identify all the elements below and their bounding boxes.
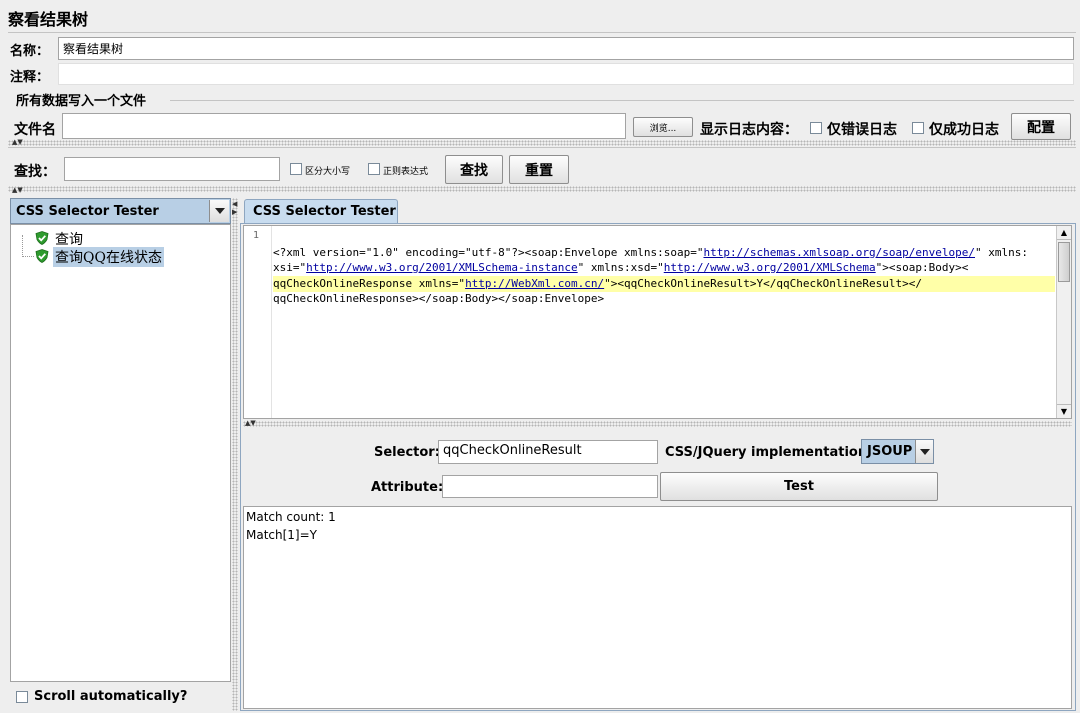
comment-field[interactable] [58,63,1074,85]
scroll-thumb[interactable] [1058,242,1070,282]
collapse-arrows-icon-2[interactable]: ▲▼ [12,186,23,194]
tree-node-label: 查询 [55,232,83,248]
selector-label: Selector: [374,445,440,460]
xml-line-3: qqCheckOnlineResponse xmlns="http://WebX… [273,276,923,290]
xml-link-webxml[interactable]: http://WebXml.com.cn/ [465,277,604,290]
dropdown-button[interactable] [209,200,229,222]
errors-only-label: 仅错误日志 [827,122,897,138]
right-panel: CSS Selector Tester 1 <?xml version="1.0… [240,198,1076,711]
search-label: 查找： [14,164,56,180]
filename-label: 文件名 [14,122,56,138]
filename-field[interactable] [62,113,626,139]
xml-link-soap[interactable]: http://schemas.xmlsoap.org/soap/envelope… [703,246,975,259]
log-display-label: 显示日志内容： [700,122,798,138]
tree-connector [22,235,34,257]
impl-label: CSS/JQuery implementation: [665,445,873,460]
name-field[interactable]: 察看结果树 [58,37,1074,60]
name-label: 名称： [10,44,50,59]
impl-dropdown-button[interactable] [915,440,933,463]
chevron-down-icon [215,208,225,214]
xml-line-4: qqCheckOnlineResponse></soap:Body></soap… [273,292,605,305]
success-shield-icon [35,249,49,263]
chevron-down-icon [920,449,930,455]
comment-label: 注释： [10,70,50,85]
renderer-dropdown[interactable]: CSS Selector Tester [10,198,231,224]
configure-button[interactable]: 配置 [1011,113,1071,140]
result-tree[interactable]: 查询 查询QQ在线状态 [10,224,231,682]
line-number: 1 [253,230,260,241]
find-button[interactable]: 查找 [445,155,503,184]
reset-button[interactable]: 重置 [509,155,569,184]
tab-label: CSS Selector Tester [253,204,396,219]
attribute-label: Attribute: [371,480,444,495]
impl-selected: JSOUP [867,444,913,459]
xml-line-1: <?xml version="1.0" encoding="utf-8"?><s… [273,245,1028,259]
vertical-splitter[interactable] [232,198,238,711]
file-section-border [170,100,1074,101]
impl-select[interactable]: JSOUP [861,439,934,464]
editor-splitter[interactable] [243,421,1072,427]
xml-line-2: xsi="http://www.w3.org/2001/XMLSchema-in… [273,261,969,274]
split-arrows-icon[interactable]: ◀ ▶ [232,200,237,216]
left-panel: CSS Selector Tester 查询 查询QQ在线状态 Scroll a… [10,198,231,711]
editor-scrollbar[interactable]: ▲ ▼ [1056,226,1071,418]
response-editor[interactable]: 1 <?xml version="1.0" encoding="utf-8"?>… [243,225,1072,419]
splitter-middle[interactable] [8,186,1076,192]
case-sensitive-label: 区分大小写 [305,167,351,177]
xml-link-xsd[interactable]: http://www.w3.org/2001/XMLSchema [664,261,876,274]
regex-checkbox[interactable] [368,163,380,175]
test-button[interactable]: Test [660,472,938,501]
selector-input[interactable]: qqCheckOnlineResult [438,440,658,464]
scroll-up-arrow-icon[interactable]: ▲ [1057,226,1071,240]
scroll-down-arrow-icon[interactable]: ▼ [1057,404,1071,418]
collapse-arrows-icon[interactable]: ▲▼ [12,138,23,146]
xml-response-text: <?xml version="1.0" encoding="utf-8"?><s… [273,229,1055,338]
file-section-legend: 所有数据写入一个文件 [16,94,147,109]
scroll-auto-label: Scroll automatically? [34,689,188,704]
match-value-text: Match[1]=Y [246,528,317,542]
attribute-input[interactable] [442,475,658,498]
xml-link-xsi[interactable]: http://www.w3.org/2001/XMLSchema-instanc… [306,261,578,274]
search-separator [8,147,1076,148]
success-only-label: 仅成功日志 [929,122,999,138]
success-only-checkbox[interactable] [912,122,924,134]
line-gutter: 1 [244,226,272,418]
search-input[interactable] [64,157,280,181]
panel-title: 察看结果树 [8,10,89,29]
case-sensitive-checkbox[interactable] [290,163,302,175]
success-shield-icon [35,231,49,245]
scroll-auto-checkbox[interactable] [16,691,28,703]
browse-button[interactable]: 浏览... [633,117,693,137]
match-count-text: Match count: 1 [246,510,336,524]
errors-only-checkbox[interactable] [810,122,822,134]
regex-label: 正则表达式 [383,167,429,177]
tree-node-label-selected: 查询QQ在线状态 [53,247,164,267]
splitter-top[interactable] [8,140,1076,146]
title-separator [8,32,1076,33]
renderer-selected: CSS Selector Tester [16,204,159,219]
collapse-arrows-icon-3[interactable]: ▲▼ [245,419,256,427]
tab-css-selector-tester[interactable]: CSS Selector Tester [244,199,398,224]
result-area[interactable]: Match count: 1 Match[1]=Y [243,506,1072,709]
tab-content: 1 <?xml version="1.0" encoding="utf-8"?>… [240,223,1076,711]
